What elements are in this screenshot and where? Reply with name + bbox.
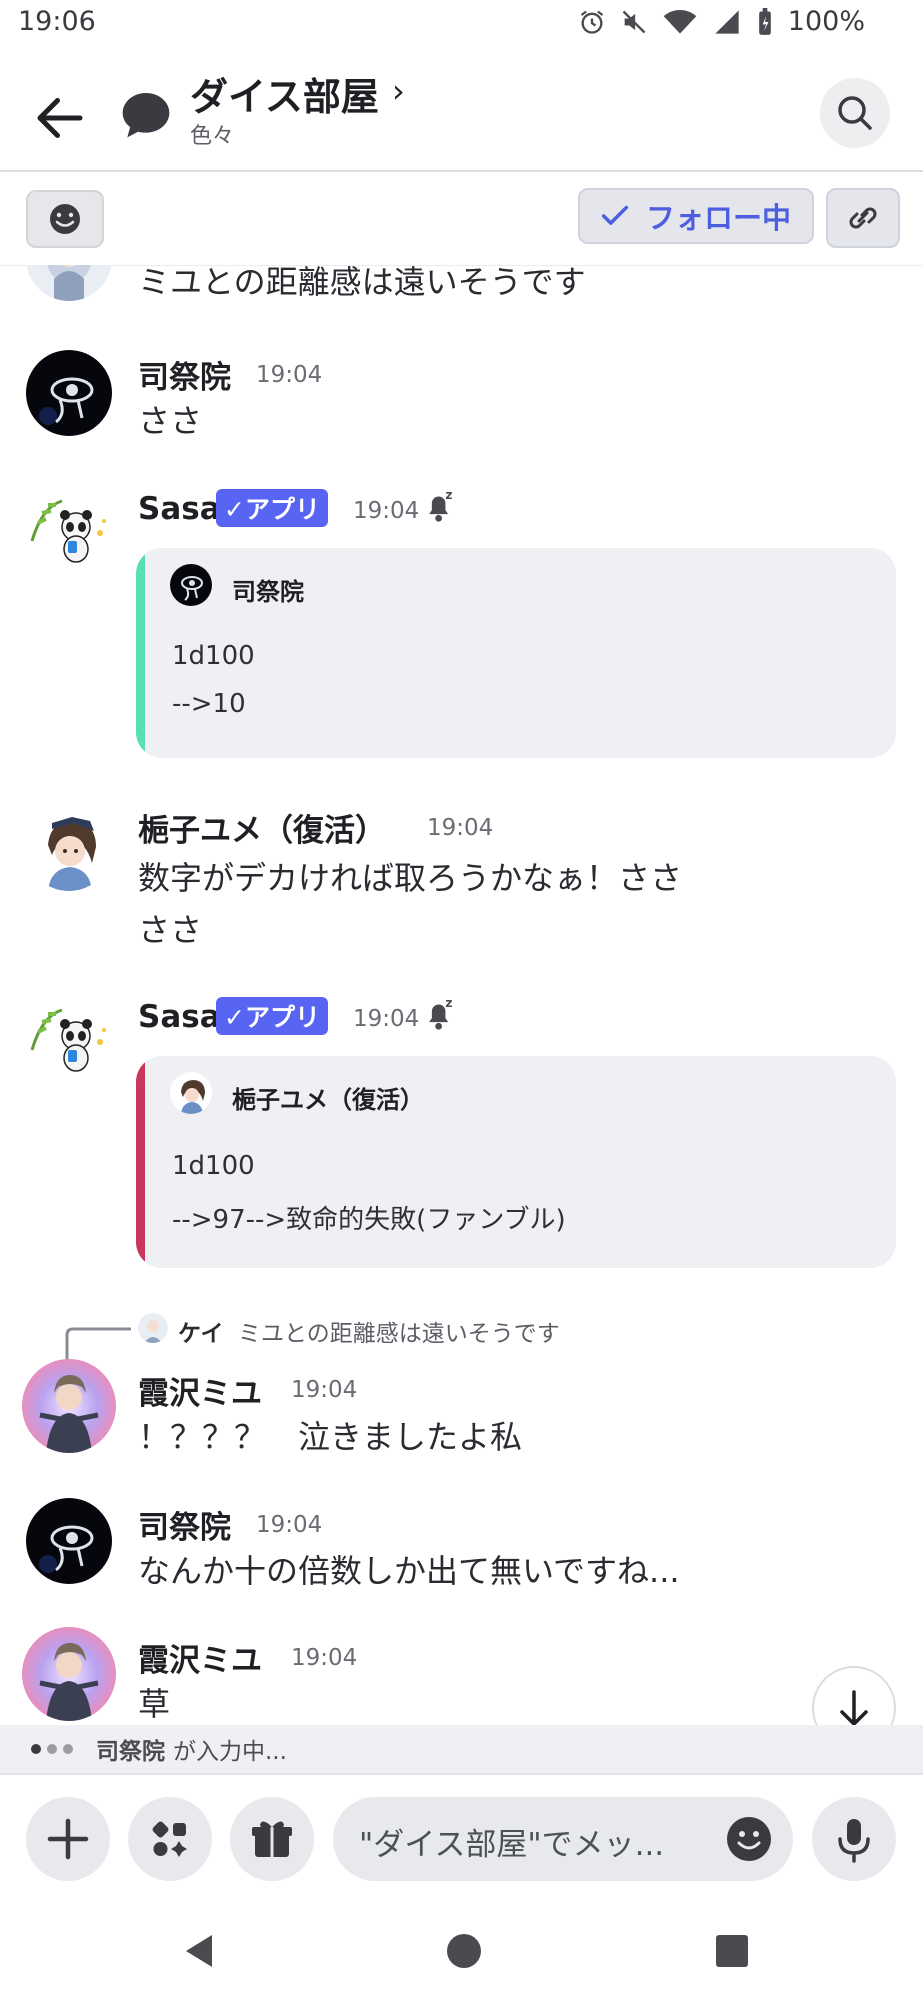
- message-text: なんか十の倍数しか出て無いですね...: [138, 1552, 680, 1590]
- channel-actions-bar: フォロー中: [0, 171, 923, 266]
- embed-line: 1d100: [172, 641, 255, 671]
- username[interactable]: Sasa: [138, 999, 221, 1035]
- avatar[interactable]: [26, 992, 112, 1078]
- search-button[interactable]: [820, 78, 890, 148]
- apps-button[interactable]: [128, 1797, 212, 1881]
- typing-indicator: 司祭院 が入力中...: [0, 1725, 923, 1773]
- bot-embed: 梔子ユメ（復活） 1d100 -->97-->致命的失敗(ファンブル): [136, 1056, 896, 1268]
- app-badge: ✓アプリ: [216, 997, 328, 1035]
- embed-author-avatar: [170, 1072, 212, 1114]
- timestamp: 19:04: [353, 498, 420, 524]
- status-icons: 100%: [578, 6, 865, 37]
- reaction-button[interactable]: [26, 190, 104, 248]
- embed-line: -->97-->致命的失敗(ファンブル): [172, 1205, 566, 1235]
- channel-header: ダイス部屋 › 色々: [0, 48, 923, 172]
- message-text: ミユとの距離感は遠いそうです: [138, 265, 586, 301]
- chevron-right-icon[interactable]: ›: [392, 72, 405, 110]
- typing-user: 司祭院: [96, 1739, 165, 1765]
- typing-suffix: が入力中...: [173, 1739, 287, 1765]
- reply-connector: [65, 1327, 131, 1361]
- username[interactable]: 梔子ユメ（復活）: [138, 805, 386, 850]
- signal-icon: [715, 9, 739, 34]
- battery-percent: 100%: [787, 6, 865, 37]
- battery-icon: [758, 7, 771, 35]
- gift-button[interactable]: [230, 1797, 314, 1881]
- svg-text:z: z: [445, 996, 452, 1010]
- avatar[interactable]: [26, 1498, 112, 1584]
- nav-home-icon[interactable]: [444, 1931, 484, 1971]
- embed-accent-bar: [136, 548, 145, 758]
- app-badge: ✓アプリ: [216, 489, 328, 527]
- avatar[interactable]: [26, 805, 112, 891]
- message-input-placeholder: "ダイス部屋"でメッ...: [359, 1827, 665, 1863]
- embed-accent-bar: [136, 1056, 145, 1268]
- bell-snooze-icon: z: [429, 996, 453, 1030]
- search-icon: [838, 96, 872, 130]
- microphone-icon: [838, 1819, 870, 1863]
- bot-embed: 司祭院 1d100 -->10: [136, 548, 896, 758]
- copy-link-button[interactable]: [826, 188, 900, 248]
- arrow-left-icon: [37, 98, 83, 138]
- username[interactable]: Sasa: [138, 491, 221, 527]
- avatar[interactable]: [22, 1627, 116, 1721]
- nav-recents-icon[interactable]: [712, 1931, 752, 1971]
- emoji-picker-icon[interactable]: [725, 1815, 773, 1863]
- apps-icon: [152, 1821, 187, 1857]
- message-text: ささ: [138, 402, 203, 440]
- composer-bar: "ダイス部屋"でメッ...: [0, 1773, 923, 1905]
- message-text: 数字がデカければ取ろうかなぁ！ささ: [138, 859, 683, 897]
- timestamp: 19:04: [291, 1645, 358, 1671]
- username[interactable]: 司祭院: [138, 352, 231, 397]
- thread-icon: [118, 86, 174, 142]
- system-nav-bar: [0, 1903, 923, 2000]
- avatar[interactable]: [26, 265, 112, 301]
- follow-label: フォロー中: [646, 201, 792, 235]
- plus-icon: [47, 1818, 89, 1860]
- gift-icon: [252, 1821, 292, 1857]
- reply-avatar: [138, 1313, 168, 1343]
- username[interactable]: 霞沢ミユ: [138, 1368, 262, 1413]
- message-text: ささ: [138, 911, 203, 949]
- embed-line: 1d100: [172, 1151, 255, 1181]
- username[interactable]: 司祭院: [138, 1502, 231, 1547]
- wifi-icon: [663, 9, 697, 34]
- timestamp: 19:04: [427, 815, 494, 841]
- message-text: ！？？？ 泣きましたよ私: [138, 1418, 523, 1456]
- status-time: 19:06: [18, 6, 96, 37]
- timestamp: 19:04: [256, 1512, 323, 1538]
- message-list[interactable]: ミユとの距離感は遠いそうです 司祭院 19:04 ささ Sasa ✓アプリ 19…: [0, 265, 923, 1725]
- message-text: 草: [138, 1685, 171, 1723]
- message-input[interactable]: "ダイス部屋"でメッ...: [333, 1797, 793, 1881]
- link-icon: [849, 207, 877, 229]
- smiley-icon: [50, 204, 80, 234]
- timestamp: 19:04: [256, 362, 323, 388]
- add-attachment-button[interactable]: [26, 1797, 110, 1881]
- alarm-icon: [580, 10, 603, 34]
- avatar[interactable]: [26, 483, 112, 569]
- channel-subtitle: 色々: [190, 124, 235, 149]
- reply-username[interactable]: ケイ: [178, 1314, 224, 1348]
- mute-icon: [622, 10, 646, 33]
- check-icon: [601, 205, 629, 225]
- back-button[interactable]: [30, 88, 90, 148]
- channel-title[interactable]: ダイス部屋: [190, 66, 379, 121]
- nav-back-icon[interactable]: [180, 1931, 220, 1971]
- embed-author: 梔子ユメ（復活）: [232, 1086, 424, 1114]
- typing-dots-icon: [31, 1744, 73, 1754]
- timestamp: 19:04: [353, 1006, 420, 1032]
- embed-author: 司祭院: [232, 578, 304, 606]
- embed-line: -->10: [172, 689, 246, 719]
- follow-button[interactable]: フォロー中: [578, 188, 814, 244]
- embed-author-avatar: [170, 564, 212, 606]
- timestamp: 19:04: [291, 1377, 358, 1403]
- avatar[interactable]: [22, 1359, 116, 1453]
- voice-message-button[interactable]: [812, 1797, 896, 1881]
- username[interactable]: 霞沢ミユ: [138, 1635, 262, 1680]
- svg-text:z: z: [445, 488, 452, 502]
- avatar[interactable]: [26, 350, 112, 436]
- bell-snooze-icon: z: [429, 488, 453, 522]
- status-bar: 19:06 100%: [0, 0, 923, 48]
- reply-preview[interactable]: ミユとの距離感は遠いそうです: [238, 1314, 560, 1348]
